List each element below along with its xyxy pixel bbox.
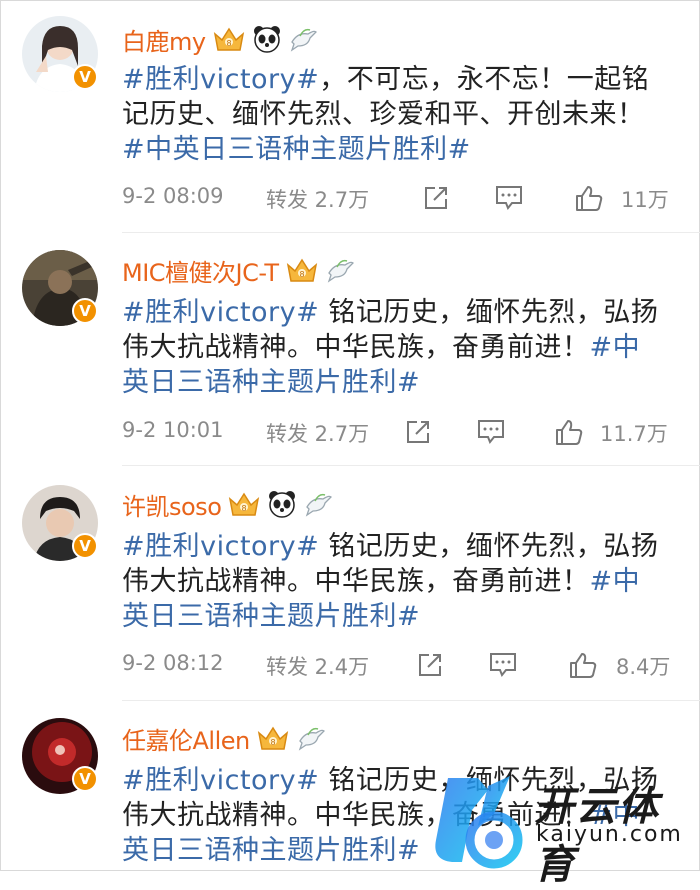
post-meta-bar: 9-2 08:09 转发 2.7万 11万: [122, 184, 682, 214]
dove-icon: [327, 259, 354, 283]
panda-icon: [253, 26, 280, 53]
crown-badge-icon: 8: [257, 726, 288, 750]
repost-button[interactable]: 转发 2.7万: [266, 184, 369, 214]
like-icon[interactable]: [554, 418, 584, 446]
crown-badge-icon: 8: [229, 492, 260, 516]
post-divider: [122, 232, 700, 233]
post-time: 9-2 08:12: [122, 651, 224, 675]
post-time: 9-2 08:09: [122, 184, 224, 208]
username[interactable]: 白鹿my: [122, 22, 206, 57]
hashtag-link[interactable]: #胜利victory#: [122, 531, 319, 562]
name-row: MIC檀健次JC-T 8: [122, 253, 355, 287]
hashtag-link[interactable]: #中英日三语种主题片胜利#: [122, 134, 471, 165]
dove-icon: [306, 493, 333, 517]
post-time: 9-2 10:01: [122, 418, 224, 442]
crown-badge-icon: 8: [213, 27, 244, 51]
svg-text:8: 8: [226, 39, 231, 48]
like-icon[interactable]: [568, 651, 598, 679]
post-content: #胜利victory#，不可忘，永不忘！一起铭记历史、缅怀先烈、珍爱和平、开创未…: [122, 62, 667, 167]
hashtag-link[interactable]: #胜利victory#: [122, 64, 319, 95]
verified-badge: V: [72, 533, 98, 559]
post-content: #胜利victory# 铭记历史，缅怀先烈，弘扬伟大抗战精神。中华民族，奋勇前进…: [122, 295, 667, 400]
repost-button[interactable]: 转发 2.7万: [266, 418, 369, 448]
name-row: 许凯soso 8: [122, 487, 333, 521]
share-icon[interactable]: [404, 418, 432, 446]
share-icon[interactable]: [416, 651, 444, 679]
username[interactable]: 任嘉伦Allen: [122, 721, 250, 756]
watermark: 开云体育 kaiyun.com: [418, 770, 700, 888]
post-divider: [122, 465, 700, 466]
like-count: 8.4万: [616, 655, 671, 679]
post-meta-bar: 9-2 10:01 转发 2.7万 11.7万: [122, 418, 682, 448]
post-divider: [122, 700, 700, 701]
like-count: 11万: [621, 188, 669, 212]
svg-text:8: 8: [299, 270, 304, 279]
hashtag-link[interactable]: #胜利victory#: [122, 765, 319, 796]
repost-button[interactable]: 转发 2.4万: [266, 651, 369, 681]
post-content: #胜利victory# 铭记历史，缅怀先烈，弘扬伟大抗战精神。中华民族，奋勇前进…: [122, 529, 667, 634]
dove-icon: [290, 28, 317, 52]
crown-badge-icon: 8: [286, 258, 317, 282]
svg-text:8: 8: [242, 504, 247, 513]
verified-badge: V: [72, 298, 98, 324]
like-icon[interactable]: [574, 184, 604, 212]
like-count: 11.7万: [600, 422, 668, 446]
verified-badge: V: [72, 766, 98, 792]
comment-icon[interactable]: [488, 651, 518, 679]
watermark-domain: kaiyun.com: [536, 822, 683, 847]
comment-icon[interactable]: [476, 418, 506, 446]
post-meta-bar: 9-2 08:12 转发 2.4万 8.4万: [122, 651, 682, 681]
name-row: 任嘉伦Allen 8: [122, 721, 326, 755]
verified-badge: V: [72, 64, 98, 90]
username[interactable]: MIC檀健次JC-T: [122, 253, 279, 288]
svg-text:8: 8: [270, 738, 275, 747]
dove-icon: [298, 727, 325, 751]
panda-icon: [269, 491, 296, 518]
hashtag-link[interactable]: #胜利victory#: [122, 297, 319, 328]
comment-icon[interactable]: [494, 184, 524, 212]
watermark-logo: [435, 776, 523, 869]
username[interactable]: 许凯soso: [122, 487, 222, 522]
name-row: 白鹿my 8: [122, 22, 318, 56]
share-icon[interactable]: [422, 184, 450, 212]
